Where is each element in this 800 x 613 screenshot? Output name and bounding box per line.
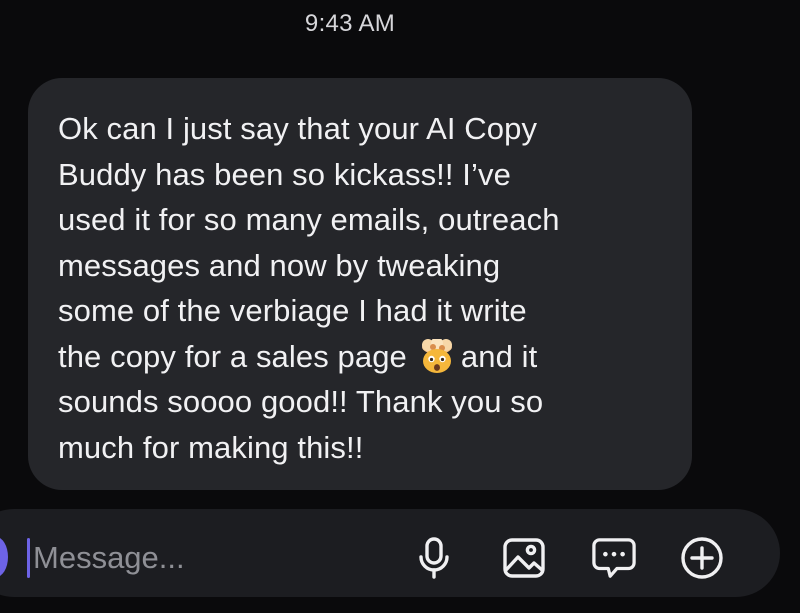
message-timestamp: 9:43 AM — [304, 10, 396, 37]
message-line: sounds soooo good!! Thank you so — [58, 384, 544, 419]
message-line: much for making this!! — [58, 429, 364, 465]
text-cursor — [27, 538, 30, 578]
message-line-with-emoji: the copy for a sales page and it — [58, 334, 658, 380]
received-message-bubble[interactable]: Ok can I just say that your AI Copy Budd… — [28, 78, 692, 490]
message-input[interactable] — [33, 537, 403, 579]
chat-bubble-icon — [592, 538, 636, 578]
exploding-head-emoji-icon — [421, 338, 452, 373]
message-line: some of the verbiage I had it write — [58, 293, 527, 328]
message-line-part: and it — [460, 338, 538, 374]
message-line: used it for so many emails, outreach — [58, 202, 560, 237]
image-button[interactable] — [502, 536, 546, 580]
message-line: Ok can I just say that your AI Copy — [58, 111, 538, 146]
message-text: Ok can I just say that your AI Copy Budd… — [58, 106, 658, 470]
microphone-button[interactable] — [412, 536, 456, 580]
image-icon — [503, 538, 545, 578]
add-attachment-button[interactable] — [680, 536, 724, 580]
message-line-part: the copy for a sales page — [58, 338, 407, 374]
message-line: Buddy has been so kickass!! I’ve — [58, 156, 511, 192]
plus-circle-icon — [681, 537, 723, 579]
chat-options-button[interactable] — [592, 536, 636, 580]
microphone-icon — [419, 537, 449, 579]
message-line: messages and now by tweaking — [58, 247, 501, 283]
chat-screen: 9:43 AM Ok can I just say that your AI C… — [0, 0, 800, 613]
